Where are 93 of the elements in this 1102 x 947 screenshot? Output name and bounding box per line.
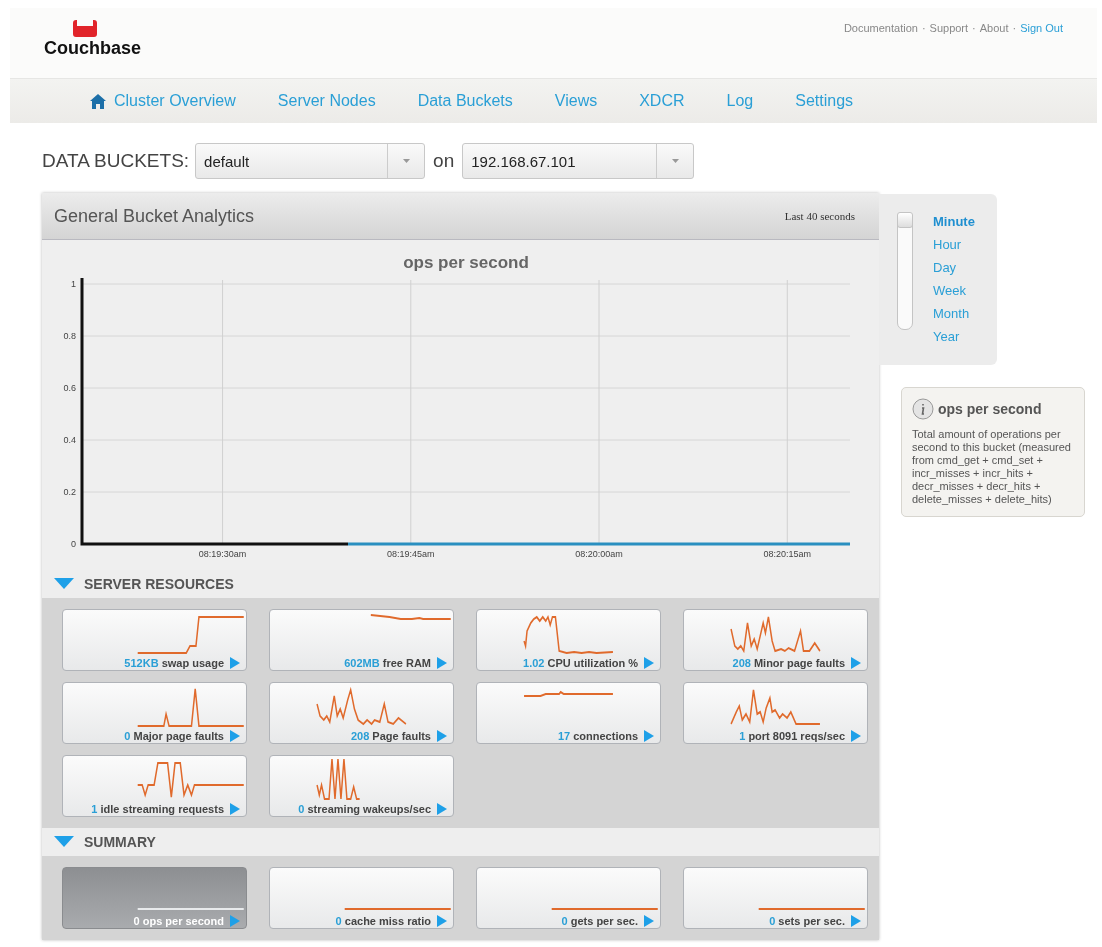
nav-tab[interactable]: Server Nodes (277, 92, 376, 110)
time-range-label: Last 40 seconds (784, 210, 855, 222)
metric-label: 602MB free RAM (344, 657, 431, 669)
metric-card[interactable]: 208 Minor page faults (683, 609, 868, 671)
dropdown[interactable]: 192.168.67.101 (462, 143, 695, 179)
y-tick-label: 0.2 (63, 487, 76, 497)
header-link[interactable]: About (979, 22, 1009, 78)
nav-tab[interactable]: Views (554, 92, 598, 110)
logo-text: Couchbase (44, 38, 142, 59)
nav-tab[interactable]: Log (726, 92, 754, 110)
info-title: ops per second (938, 401, 1042, 417)
nav-tab[interactable]: Data Buckets (417, 92, 513, 110)
metric-label: 1.02 CPU utilization % (523, 657, 638, 669)
metric-label: 0 ops per second (133, 915, 224, 927)
play-icon (230, 730, 240, 742)
play-icon (851, 730, 861, 742)
x-tick-label: 08:20:15am (763, 549, 812, 559)
y-tick-label: 0.6 (63, 383, 76, 393)
metric-label: 208 Minor page faults (732, 657, 845, 669)
nav-tab[interactable]: XDCR (639, 92, 685, 110)
sparkline (316, 758, 361, 800)
metric-label: 0 gets per sec. (561, 915, 638, 927)
play-icon (437, 915, 447, 927)
x-tick-label: 08:20:00am (575, 549, 623, 559)
x-tick-label: 08:19:30am (198, 549, 247, 559)
metric-card[interactable]: 1 port 8091 reqs/sec (683, 682, 868, 744)
panel-title: General Bucket Analytics (54, 205, 255, 227)
info-icon (912, 398, 934, 420)
metric-label: 1 idle streaming requests (91, 803, 224, 815)
metric-label: 0 cache miss ratio (335, 915, 431, 927)
header-link[interactable]: Sign Out (1020, 22, 1063, 78)
zoom-option[interactable]: Minute (933, 214, 975, 229)
play-icon (230, 803, 240, 815)
y-tick-label: 0.4 (63, 435, 76, 445)
metric-card[interactable]: 17 connections (476, 682, 661, 744)
metric-card[interactable]: 208 Page faults (269, 682, 454, 744)
zoom-option[interactable]: Year (933, 329, 960, 344)
logo-icon (73, 20, 97, 37)
play-icon (437, 803, 447, 815)
metric-label: 512KB swap usage (124, 657, 224, 669)
header-link[interactable]: Documentation (843, 22, 918, 78)
section-title: SERVER RESOURCES (84, 576, 234, 592)
metric-card[interactable]: 0 streaming wakeups/sec (269, 755, 454, 817)
play-icon (644, 657, 654, 669)
zoom-option[interactable]: Month (933, 306, 970, 321)
metric-label: 0 Major page faults (124, 730, 224, 742)
zoom-option[interactable]: Week (933, 283, 966, 298)
play-icon (230, 915, 240, 927)
play-icon (437, 657, 447, 669)
x-tick-label: 08:19:45am (387, 549, 435, 559)
metric-card[interactable]: 0 ops per second (62, 867, 247, 929)
metric-card[interactable]: 0 cache miss ratio (269, 867, 454, 929)
metric-card[interactable]: 0 Major page faults (62, 682, 247, 744)
play-icon (230, 657, 240, 669)
caret-icon (671, 159, 679, 163)
y-tick-label: 1 (71, 279, 76, 289)
metric-card[interactable]: 0 gets per sec. (476, 867, 661, 929)
section-title: SUMMARY (84, 834, 156, 850)
collapse-triangle-icon[interactable] (54, 836, 74, 848)
metric-card[interactable]: 1.02 CPU utilization % (476, 609, 661, 671)
collapse-triangle-icon[interactable] (54, 578, 74, 590)
chart-title: ops per second (403, 253, 529, 272)
zoom-option[interactable]: Hour (933, 237, 962, 252)
slider-thumb[interactable] (897, 212, 913, 228)
header-link[interactable]: Support (929, 22, 969, 78)
page-title: DATA BUCKETS: (42, 150, 190, 172)
metric-label: 0 sets per sec. (769, 915, 845, 927)
metric-card[interactable]: 512KB swap usage (62, 609, 247, 671)
nav-tab[interactable]: Settings (795, 92, 854, 110)
info-description: Total amount of operations per second to this bucket (measured from cmd_get + cmd_set + incr_misses + incr_hits + decr_misses + decr_hits + delete_misses + delete_hits) (912, 428, 1072, 506)
joiner-text: on (433, 150, 455, 172)
play-icon (644, 730, 654, 742)
metric-label: 0 streaming wakeups/sec (298, 803, 431, 815)
zoom-option[interactable]: Day (933, 260, 957, 275)
metric-label: 208 Page faults (350, 730, 431, 742)
nav-tab[interactable]: Cluster Overview (90, 92, 236, 110)
metric-card[interactable]: 602MB free RAM (269, 609, 454, 671)
separator-dot: · (972, 22, 976, 36)
play-icon (644, 915, 654, 927)
metric-label: 17 connections (557, 730, 638, 742)
metric-card[interactable]: 1 idle streaming requests (62, 755, 247, 817)
y-tick-label: 0 (71, 539, 76, 549)
play-icon (851, 915, 861, 927)
dropdown[interactable]: default (195, 143, 426, 179)
play-icon (851, 657, 861, 669)
separator-dot: · (921, 22, 926, 36)
zoom-slider[interactable] (897, 212, 913, 330)
metric-label: 1 port 8091 reqs/sec (739, 730, 845, 742)
separator-dot: · (1012, 22, 1017, 36)
caret-icon (402, 159, 410, 163)
play-icon (437, 730, 447, 742)
y-tick-label: 0.8 (63, 331, 76, 341)
metric-card[interactable]: 0 sets per sec. (683, 867, 868, 929)
